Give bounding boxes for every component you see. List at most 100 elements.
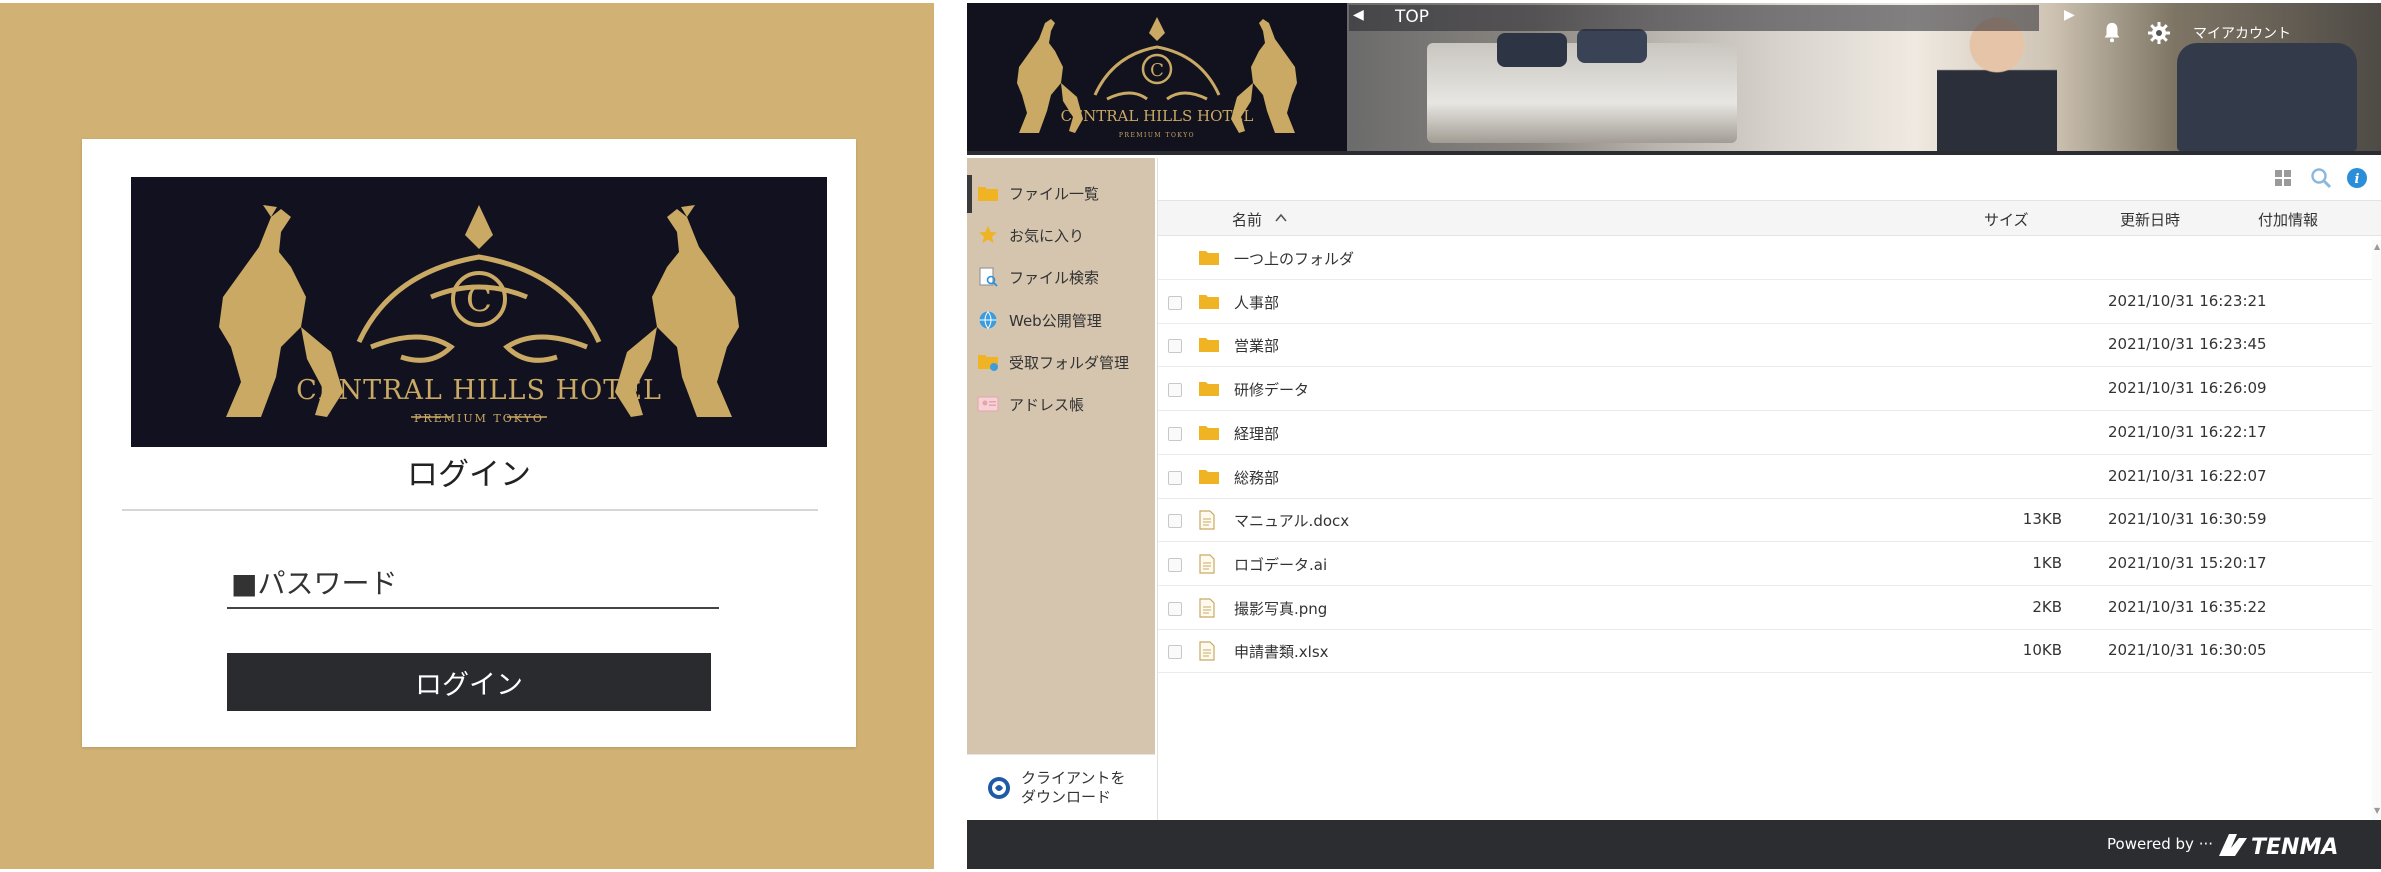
- sort-ascending-icon[interactable]: [1274, 211, 1288, 225]
- breadcrumb-top[interactable]: TOP: [1395, 7, 1429, 27]
- file-name[interactable]: 人事部: [1234, 292, 1279, 313]
- table-row[interactable]: 営業部 2021/10/31 16:23:45: [1158, 324, 2372, 368]
- file-name[interactable]: 申請書類.xlsx: [1234, 641, 1329, 662]
- folder-icon: [1198, 248, 1220, 268]
- table-row[interactable]: 申請書類.xlsx 10KB 2021/10/31 16:30:05: [1158, 630, 2372, 674]
- password-input[interactable]: [227, 559, 719, 609]
- file-name[interactable]: マニュアル.docx: [1234, 510, 1349, 531]
- login-panel: C CENTRAL HILLS HOTEL PREMIUM TOKYO ログイン…: [0, 3, 934, 869]
- photo-pillow: [1497, 33, 1567, 67]
- column-header-date[interactable]: 更新日時: [2120, 209, 2180, 230]
- breadcrumb-bar: [1349, 5, 2039, 31]
- scroll-down-icon[interactable]: ▼: [2374, 806, 2380, 815]
- inbox-folder-icon: [977, 352, 999, 372]
- row-checkbox[interactable]: [1168, 426, 1182, 441]
- file-name[interactable]: 営業部: [1234, 335, 1279, 356]
- photo-concierge: [1937, 15, 2057, 151]
- file-name[interactable]: 撮影写真.png: [1234, 598, 1327, 619]
- scroll-up-icon[interactable]: ▲: [2374, 242, 2380, 251]
- table-row[interactable]: 人事部 2021/10/31 16:23:21: [1158, 281, 2372, 324]
- table-row[interactable]: 総務部 2021/10/31 16:22:07: [1158, 456, 2372, 499]
- scrollbar[interactable]: [2372, 240, 2381, 820]
- banner-hotel-logo: C CENTRAL HILLS HOTEL PREMIUM TOKYO: [967, 3, 1347, 151]
- row-checkbox[interactable]: [1168, 383, 1182, 398]
- bell-icon[interactable]: [2101, 21, 2123, 43]
- login-title: ログイン: [407, 457, 531, 493]
- download-label: クライアントを ダウンロード: [1021, 768, 1126, 806]
- file-date: 2021/10/31 16:22:07: [2108, 466, 2267, 485]
- file-name[interactable]: 経理部: [1234, 423, 1279, 444]
- sidebar-item-address-book[interactable]: アドレス帳: [977, 389, 1155, 419]
- my-account-link[interactable]: マイアカウント: [2193, 23, 2291, 43]
- address-book-icon: [977, 394, 999, 414]
- table-row[interactable]: ロゴデータ.ai 1KB 2021/10/31 15:20:17: [1158, 543, 2372, 586]
- file-name[interactable]: 総務部: [1234, 467, 1279, 488]
- file-icon: [1198, 554, 1220, 574]
- folder-icon: [1198, 292, 1220, 312]
- file-toolbar: i: [1158, 158, 2381, 198]
- sidebar-item-inbox-folder[interactable]: 受取フォルダ管理: [977, 347, 1155, 377]
- row-checkbox[interactable]: [1168, 557, 1182, 572]
- search-icon[interactable]: [2310, 167, 2332, 189]
- file-name[interactable]: ロゴデータ.ai: [1234, 554, 1327, 575]
- login-divider: [122, 509, 818, 511]
- banner-logo-graphic: C CENTRAL HILLS HOTEL PREMIUM TOKYO: [1017, 17, 1297, 139]
- client-download-link[interactable]: クライアントを ダウンロード: [967, 754, 1155, 820]
- file-size: 1KB: [2032, 553, 2062, 572]
- column-header-name[interactable]: 名前: [1232, 209, 1262, 230]
- row-checkbox[interactable]: [1168, 295, 1182, 310]
- info-icon[interactable]: i: [2346, 167, 2368, 189]
- gear-icon[interactable]: [2147, 21, 2171, 45]
- login-button[interactable]: ログイン: [227, 653, 711, 711]
- sidebar-item-file-search[interactable]: ファイル検索: [977, 262, 1155, 292]
- star-icon: [977, 225, 999, 245]
- sidebar-item-file-list[interactable]: ファイル一覧: [977, 178, 1155, 208]
- breadcrumb-forward-icon[interactable]: ▶: [2064, 7, 2075, 23]
- row-checkbox[interactable]: [1168, 514, 1182, 529]
- row-checkbox[interactable]: [1168, 339, 1182, 354]
- file-size: 2KB: [2032, 597, 2062, 616]
- row-checkbox[interactable]: [1168, 645, 1182, 660]
- file-icon: [1198, 510, 1220, 530]
- folder-icon: [1198, 423, 1220, 443]
- table-row[interactable]: 研修データ 2021/10/31 16:26:09: [1158, 368, 2372, 412]
- sidebar-item-label: ファイル検索: [1009, 268, 1100, 287]
- table-row[interactable]: 経理部 2021/10/31 16:22:17: [1158, 412, 2372, 455]
- sidebar-item-label: Web公開管理: [1009, 311, 1102, 330]
- table-header: 名前 サイズ 更新日時 付加情報: [1158, 200, 2381, 236]
- file-date: 2021/10/31 16:23:21: [2108, 291, 2267, 310]
- file-manager-app: C CENTRAL HILLS HOTEL PREMIUM TOKYO ◀ TO…: [967, 3, 2381, 869]
- grid-view-icon[interactable]: [2274, 169, 2292, 187]
- file-name[interactable]: 研修データ: [1234, 379, 1309, 400]
- crest-letter: C: [466, 280, 492, 320]
- hotel-logo: C CENTRAL HILLS HOTEL PREMIUM TOKYO: [131, 177, 827, 447]
- breadcrumb-back-icon[interactable]: ◀: [1353, 7, 1373, 29]
- sidebar-active-indicator: [967, 175, 972, 213]
- file-date: 2021/10/31 16:30:59: [2108, 510, 2267, 529]
- tenma-wordmark: TENMA: [2251, 835, 2338, 860]
- column-header-size[interactable]: サイズ: [1984, 209, 2029, 230]
- file-date: 2021/10/31 16:22:17: [2108, 422, 2267, 441]
- file-date: 2021/10/31 16:30:05: [2108, 641, 2267, 660]
- file-date: 2021/10/31 16:23:45: [2108, 335, 2267, 354]
- row-checkbox[interactable]: [1168, 470, 1182, 485]
- parent-folder-row[interactable]: 一つ上のフォルダ: [1158, 237, 2372, 280]
- hotel-logo-graphic: C CENTRAL HILLS HOTEL PREMIUM TOKYO: [219, 205, 739, 425]
- sidebar-item-label: お気に入り: [1009, 226, 1085, 245]
- file-size: 10KB: [2022, 641, 2062, 660]
- sidebar-item-label: 受取フォルダ管理: [1009, 353, 1130, 372]
- sidebar-item-web-publish[interactable]: Web公開管理: [977, 305, 1155, 335]
- sidebar-item-favorites[interactable]: お気に入り: [977, 220, 1155, 250]
- header-banner: C CENTRAL HILLS HOTEL PREMIUM TOKYO ◀ TO…: [967, 3, 2381, 155]
- photo-pillow: [1577, 29, 1647, 63]
- file-search-icon: [977, 267, 999, 287]
- folder-icon: [1198, 467, 1220, 487]
- parent-folder-label: 一つ上のフォルダ: [1234, 250, 1355, 268]
- row-checkbox[interactable]: [1168, 601, 1182, 616]
- column-header-info[interactable]: 付加情報: [2258, 209, 2318, 230]
- table-row[interactable]: 撮影写真.png 2KB 2021/10/31 16:35:22: [1158, 587, 2372, 630]
- logo-subtitle: PREMIUM TOKYO: [414, 412, 544, 425]
- table-row[interactable]: マニュアル.docx 13KB 2021/10/31 16:30:59: [1158, 499, 2372, 543]
- photo-chair: [2177, 43, 2357, 151]
- file-date: 2021/10/31 16:26:09: [2108, 379, 2267, 398]
